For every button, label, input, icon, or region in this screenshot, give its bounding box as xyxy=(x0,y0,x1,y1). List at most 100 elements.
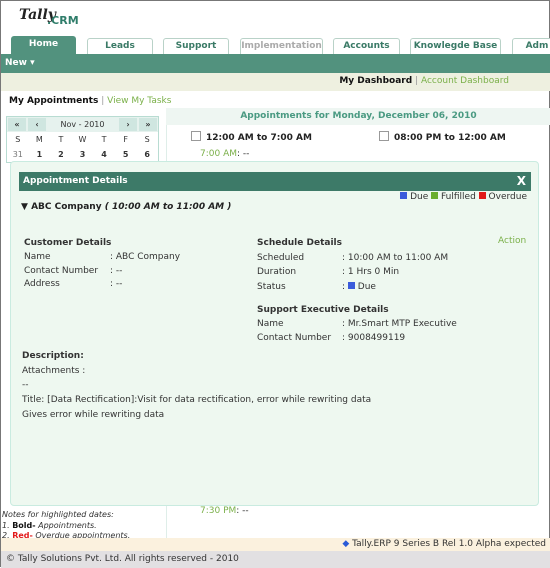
calendar-day[interactable]: 4 xyxy=(93,147,115,162)
calendar-day[interactable]: 5 xyxy=(115,147,137,162)
dialog-title: Appointment Details xyxy=(23,176,128,186)
slot-label: 08:00 PM to 12:00 AM xyxy=(394,133,506,143)
tab-home[interactable]: Home xyxy=(11,36,76,54)
footer: © Tally Solutions Pvt. Ltd. All rights r… xyxy=(1,551,550,568)
detail-value: : 10:00 AM to 11:00 AM xyxy=(342,253,448,263)
legend: Due Fulfilled Overdue xyxy=(400,192,527,202)
detail-value-text: : ABC Company xyxy=(110,252,181,262)
diamond-icon: ◆ xyxy=(342,539,350,549)
status-due-swatch xyxy=(347,281,355,289)
time-label[interactable]: 7:30 PM xyxy=(200,506,236,516)
detail-value: : -- xyxy=(110,279,122,289)
detail-value: : Mr.Smart MTP Executive xyxy=(342,319,457,329)
new-label: New xyxy=(5,58,27,68)
detail-label: Duration xyxy=(257,267,297,278)
schedule-heading: Schedule Details xyxy=(257,238,342,248)
slot-checkbox[interactable] xyxy=(379,131,389,141)
detail-label: Scheduled xyxy=(257,253,305,263)
detail-label: Contact Number xyxy=(24,265,99,276)
action-link[interactable]: Action xyxy=(498,236,526,246)
attachments-value: -- xyxy=(22,380,29,390)
detail-value-text: Due xyxy=(357,281,376,292)
new-menu[interactable]: New ▾ xyxy=(5,58,35,68)
note-key: Bold- xyxy=(12,520,36,530)
time-label[interactable]: 7:00 AM xyxy=(200,149,237,159)
calendar-day[interactable]: 1 xyxy=(29,147,51,162)
tab-knowledge-base[interactable]: Knowlegde Base xyxy=(410,38,501,54)
detail-value-text: : -- xyxy=(110,265,123,276)
appointments-heading: Appointments for Monday, December 06, 20… xyxy=(166,108,550,125)
account-dashboard-link[interactable]: Account Dashboard xyxy=(421,76,509,86)
tab-implementation[interactable]: Implementation xyxy=(240,38,323,54)
tab-admin[interactable]: Adm xyxy=(512,38,550,54)
weekday-label: S xyxy=(144,135,150,144)
calendar-day[interactable]: 2 xyxy=(50,147,72,162)
calendar-month: Nov - xyxy=(60,120,82,129)
time-row: 7:00 AM: -- xyxy=(200,149,249,159)
chevron-down-icon: ▾ xyxy=(30,58,35,68)
dialog-title-bar: Appointment Details X xyxy=(19,172,531,191)
tab-leads[interactable]: Leads xyxy=(87,38,153,54)
ticker-text[interactable]: Tally.ERP 9 Series B Rel 1.0 Alpha expec… xyxy=(352,539,546,549)
tab-accounts[interactable]: Accounts xyxy=(333,38,400,54)
detail-label: Name xyxy=(24,252,51,262)
detail-label: Address xyxy=(24,279,60,289)
detail-value: : Due xyxy=(342,281,376,292)
close-icon[interactable]: X xyxy=(517,174,526,188)
calendar-day[interactable]: 31 xyxy=(7,147,29,162)
prev-month-button[interactable]: ‹ xyxy=(28,118,46,131)
toolbar: New ▾ xyxy=(1,54,550,73)
my-dashboard-link[interactable]: My Dashboard xyxy=(339,76,412,86)
appointment-item[interactable]: ▼ ABC Company ( 10:00 AM to 11:00 AM ) xyxy=(21,202,231,212)
collapse-triangle-icon: ▼ xyxy=(21,202,28,212)
legend-label: Overdue xyxy=(488,192,527,202)
prev-year-button[interactable]: « xyxy=(8,118,26,131)
note-text: Appointments. xyxy=(38,520,97,530)
description-title: Title: [Data Rectification]:Visit for da… xyxy=(22,395,372,405)
notes-title: Notes for highlighted dates: xyxy=(2,510,114,519)
next-year-button[interactable]: » xyxy=(139,118,157,131)
time-value: : -- xyxy=(236,506,249,516)
news-ticker: ◆ Tally.ERP 9 Series B Rel 1.0 Alpha exp… xyxy=(1,538,550,551)
calendar-year: 2010 xyxy=(84,120,105,129)
view-my-tasks-link[interactable]: View My Tasks xyxy=(107,96,171,106)
crm-logo-text: .CRM xyxy=(47,14,79,27)
my-appointments-link[interactable]: My Appointments xyxy=(9,96,98,106)
time-value: : -- xyxy=(237,149,250,159)
detail-value-text: : -- xyxy=(110,279,123,289)
detail-value-text: : 9008499119 xyxy=(342,333,406,344)
slot-checkbox[interactable] xyxy=(191,131,201,141)
legend-swatch xyxy=(400,192,408,199)
note-number: 1. xyxy=(2,520,10,530)
subnav: My Appointments | View My Tasks xyxy=(9,96,172,106)
customer-heading: Customer Details xyxy=(24,238,112,248)
detail-value: : ABC Company xyxy=(110,252,180,262)
weekday-label: W xyxy=(78,135,87,144)
slot-label: 12:00 AM to 7:00 AM xyxy=(206,133,312,143)
detail-label: Name xyxy=(257,319,284,329)
detail-value-text: : 1 Hrs 0 Min xyxy=(342,267,400,278)
calendar-day[interactable]: 3 xyxy=(72,147,94,162)
detail-value: : 9008499119 xyxy=(342,333,405,343)
weekday-label: S xyxy=(15,135,21,144)
calendar: « ‹ Nov - 2010 › » S M T W T F S 31 1 2 3 4 5 6 xyxy=(6,116,159,163)
description-heading: Description: xyxy=(22,351,84,361)
time-row: 7:30 PM: -- xyxy=(200,506,249,516)
detail-label: Contact Number xyxy=(257,333,332,344)
slot-early: 12:00 AM to 7:00 AM xyxy=(191,131,312,143)
weekday-label: T xyxy=(58,135,64,144)
tab-support[interactable]: Support xyxy=(163,38,229,54)
dashboard-bar: My Dashboard | Account Dashboard xyxy=(1,73,550,91)
company-name: ABC Company xyxy=(31,202,102,212)
legend-swatch xyxy=(431,192,439,199)
detail-value-text: : 10:00 AM to 11:00 AM xyxy=(342,253,449,263)
slot-late: 08:00 PM to 12:00 AM xyxy=(379,131,506,143)
attachments-label: Attachments : xyxy=(22,366,86,376)
weekday-label: F xyxy=(123,135,128,144)
detail-value: : -- xyxy=(110,266,122,276)
next-month-button[interactable]: › xyxy=(119,118,137,131)
calendar-day[interactable]: 6 xyxy=(136,147,158,162)
executive-heading: Support Executive Details xyxy=(257,305,389,315)
notes: Notes for highlighted dates: 1. Bold- Ap… xyxy=(2,510,130,542)
detail-label: Status xyxy=(257,281,286,292)
